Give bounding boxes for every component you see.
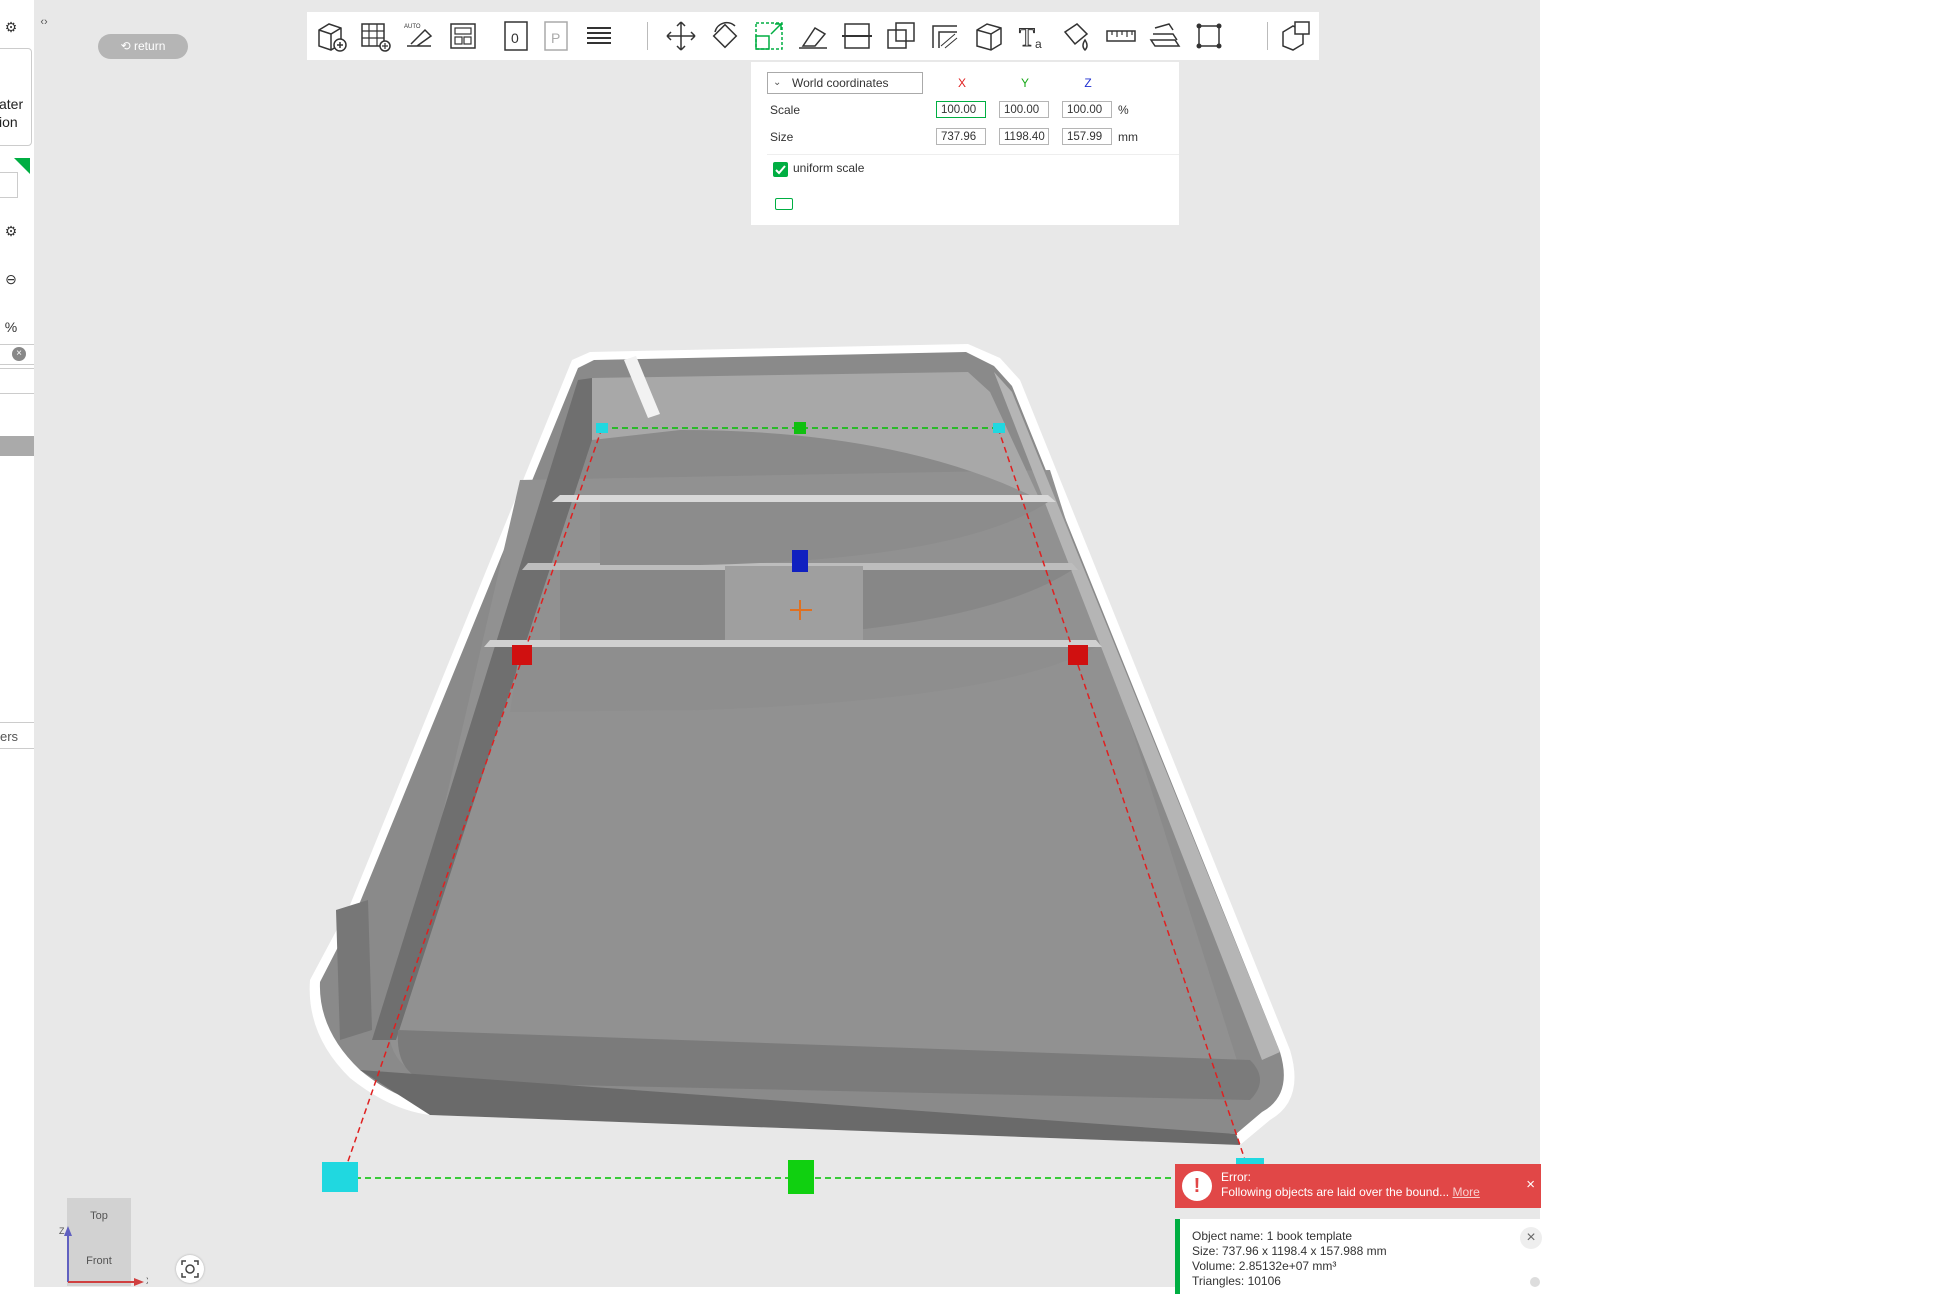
error-message: Following objects are laid over the boun…: [1221, 1185, 1480, 1199]
size-z-input[interactable]: 157.99: [1062, 128, 1112, 145]
object-info-panel: Object name: 1 book template Size: 737.9…: [1175, 1219, 1542, 1294]
scale-y-input[interactable]: 100.00: [999, 101, 1049, 118]
axis-label-x: X: [957, 76, 966, 90]
axis-z-label: Z: [59, 1226, 65, 1236]
plate-0-icon[interactable]: 0: [497, 18, 533, 54]
assembly-icon[interactable]: [1147, 18, 1183, 54]
uniform-scale-checkbox[interactable]: [773, 162, 788, 177]
size-label: Size: [770, 130, 794, 144]
close-icon[interactable]: ×: [1526, 1177, 1535, 1192]
bounding-box-icon[interactable]: [1191, 18, 1227, 54]
check-icon: [775, 165, 786, 175]
return-button[interactable]: ⟲ return: [98, 34, 188, 59]
grabber-cyan: [322, 1162, 358, 1192]
error-icon: !: [1182, 1171, 1212, 1201]
auto-orient-icon[interactable]: AUTO: [401, 18, 437, 54]
reset-view-button[interactable]: [176, 1255, 204, 1283]
cut-icon[interactable]: [839, 18, 875, 54]
error-title: Error:: [1221, 1170, 1251, 1184]
axis-x-label: X: [146, 1276, 148, 1286]
scale-unit: %: [1118, 103, 1129, 117]
scale-panel: ⌄ World coordinates X Y Z Scale 100.00 1…: [751, 62, 1179, 225]
grabber-red: [512, 645, 532, 665]
svg-text:T: T: [1019, 23, 1035, 52]
uniform-scale-label: uniform scale: [793, 161, 865, 175]
axis-label-y: Y: [1020, 76, 1029, 90]
view-cube-top[interactable]: Top: [67, 1210, 131, 1222]
return-button-label: return: [134, 39, 166, 53]
svg-text:P: P: [551, 30, 560, 46]
size-x-input[interactable]: 737.96: [936, 128, 986, 145]
object-size: Size: 737.96 x 1198.4 x 157.988 mm: [1192, 1244, 1387, 1258]
close-icon[interactable]: ×: [1520, 1227, 1542, 1249]
error-notification: ! Error: Following objects are laid over…: [1175, 1164, 1541, 1208]
grabber-green: [788, 1160, 814, 1194]
size-unit: mm: [1118, 130, 1138, 144]
text-icon[interactable]: Ta: [1015, 18, 1051, 54]
layers-icon[interactable]: [581, 18, 617, 54]
object-triangles: Triangles: 10106: [1192, 1274, 1281, 1288]
scale-label: Scale: [770, 103, 801, 117]
collapse-icon[interactable]: [1530, 1277, 1540, 1287]
grabber-cyan: [596, 423, 608, 433]
grabber-blue: [792, 550, 808, 572]
add-part-icon[interactable]: [313, 18, 349, 54]
size-y-input[interactable]: 1198.40: [999, 128, 1049, 145]
scale-x-input[interactable]: 100.00: [936, 101, 986, 118]
camera-reset-icon: [181, 1260, 199, 1278]
axis-indicator: Z X: [59, 1226, 148, 1286]
keyboard-icon[interactable]: [775, 198, 793, 210]
object-volume: Volume: 2.85132e+07 mm³: [1192, 1259, 1337, 1273]
grabber-green: [794, 422, 806, 434]
split-icon[interactable]: [1277, 18, 1313, 54]
grabber-red: [1068, 645, 1088, 665]
layout-icon[interactable]: [445, 18, 481, 54]
svg-text:AUTO: AUTO: [404, 24, 421, 30]
model-divider-1: [552, 495, 1056, 502]
svg-text:0: 0: [511, 30, 519, 46]
svg-text:a: a: [1035, 37, 1042, 51]
seam-paint-icon[interactable]: [971, 18, 1007, 54]
boolean-icon[interactable]: [883, 18, 919, 54]
lay-on-face-icon[interactable]: [795, 18, 831, 54]
measure-icon[interactable]: [1103, 18, 1139, 54]
coordinate-system-select[interactable]: ⌄ World coordinates: [767, 72, 923, 94]
scale-z-input[interactable]: 100.00: [1062, 101, 1112, 118]
move-icon[interactable]: [663, 18, 699, 54]
coordinate-system-value: World coordinates: [792, 76, 889, 90]
model-corner-post: [336, 900, 372, 1040]
rotate-icon[interactable]: [707, 18, 743, 54]
arrange-icon[interactable]: [357, 18, 393, 54]
grabber-cyan: [993, 423, 1005, 433]
collapse-sidebar-icon[interactable]: ‹›: [36, 14, 52, 30]
model-divider-3: [484, 640, 1102, 647]
model-center-panel: [725, 566, 863, 640]
object-name: Object name: 1 book template: [1192, 1229, 1353, 1243]
plate-p-icon[interactable]: P: [537, 18, 573, 54]
axis-label-z: Z: [1084, 76, 1092, 90]
support-paint-icon[interactable]: [927, 18, 963, 54]
main-toolbar: AUTO 0 P Ta: [307, 12, 1319, 60]
chevron-down-icon: ⌄: [773, 77, 782, 88]
scale-icon[interactable]: [751, 18, 787, 54]
error-more-link[interactable]: More: [1452, 1185, 1479, 1199]
fuzzy-skin-icon[interactable]: [1059, 18, 1095, 54]
